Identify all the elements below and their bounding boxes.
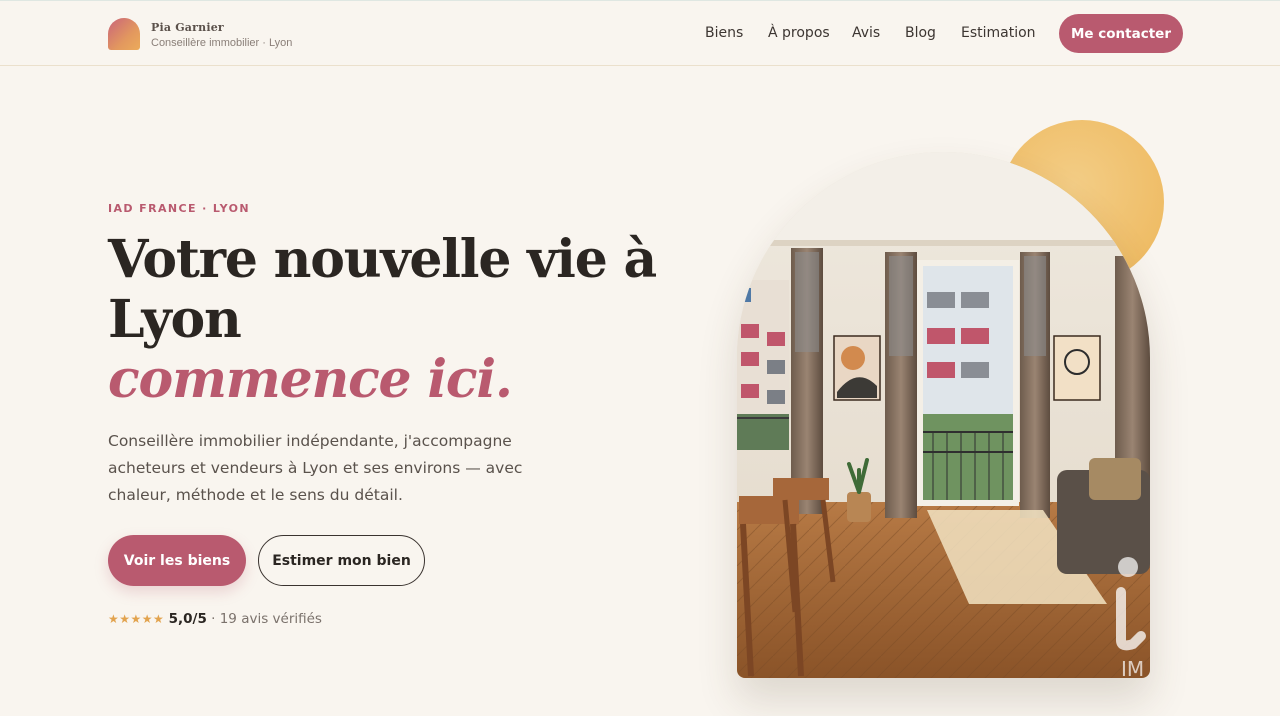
site-header: Pia Garnier Conseillère immobilier · Lyo…: [0, 0, 1280, 66]
photo-watermark: IM: [1121, 657, 1144, 678]
rating-count: · 19 avis vérifiés: [211, 611, 322, 627]
brand-subtitle: Conseillère immobilier · Lyon: [151, 37, 293, 49]
nav-link-blog[interactable]: Blog: [905, 25, 936, 41]
rating-summary: ★★★★★ 5,0/5 · 19 avis vérifiés: [108, 611, 322, 627]
hero-title: Votre nouvelle vie à Lyon commence ici.: [108, 230, 668, 410]
contact-button[interactable]: Me contacter: [1059, 14, 1183, 53]
brand-name[interactable]: Pia Garnier: [151, 21, 224, 34]
logo-icon[interactable]: [108, 18, 140, 50]
hero-eyebrow: IAD FRANCE · LYON: [108, 202, 250, 215]
nav-link-estimation[interactable]: Estimation: [961, 25, 1036, 41]
nav-link-avis[interactable]: Avis: [852, 25, 880, 41]
view-properties-button[interactable]: Voir les biens: [108, 535, 246, 586]
hero-apartment-photo: IM: [737, 152, 1150, 678]
nav-link-biens[interactable]: Biens: [705, 25, 743, 41]
hero-title-accent: commence ici.: [108, 349, 513, 410]
apartment-illustration: IM: [737, 152, 1150, 678]
estimate-property-button[interactable]: Estimer mon bien: [258, 535, 425, 586]
nav-link-a-propos[interactable]: À propos: [768, 25, 830, 41]
hero-title-line-1: Votre nouvelle vie à: [108, 229, 657, 290]
hero-lead: Conseillère immobilier indépendante, j'a…: [108, 432, 523, 504]
hero-title-line-2: Lyon: [108, 289, 242, 350]
rating-score: 5,0/5: [168, 611, 207, 627]
rating-stars-icon: ★★★★★: [108, 612, 165, 626]
